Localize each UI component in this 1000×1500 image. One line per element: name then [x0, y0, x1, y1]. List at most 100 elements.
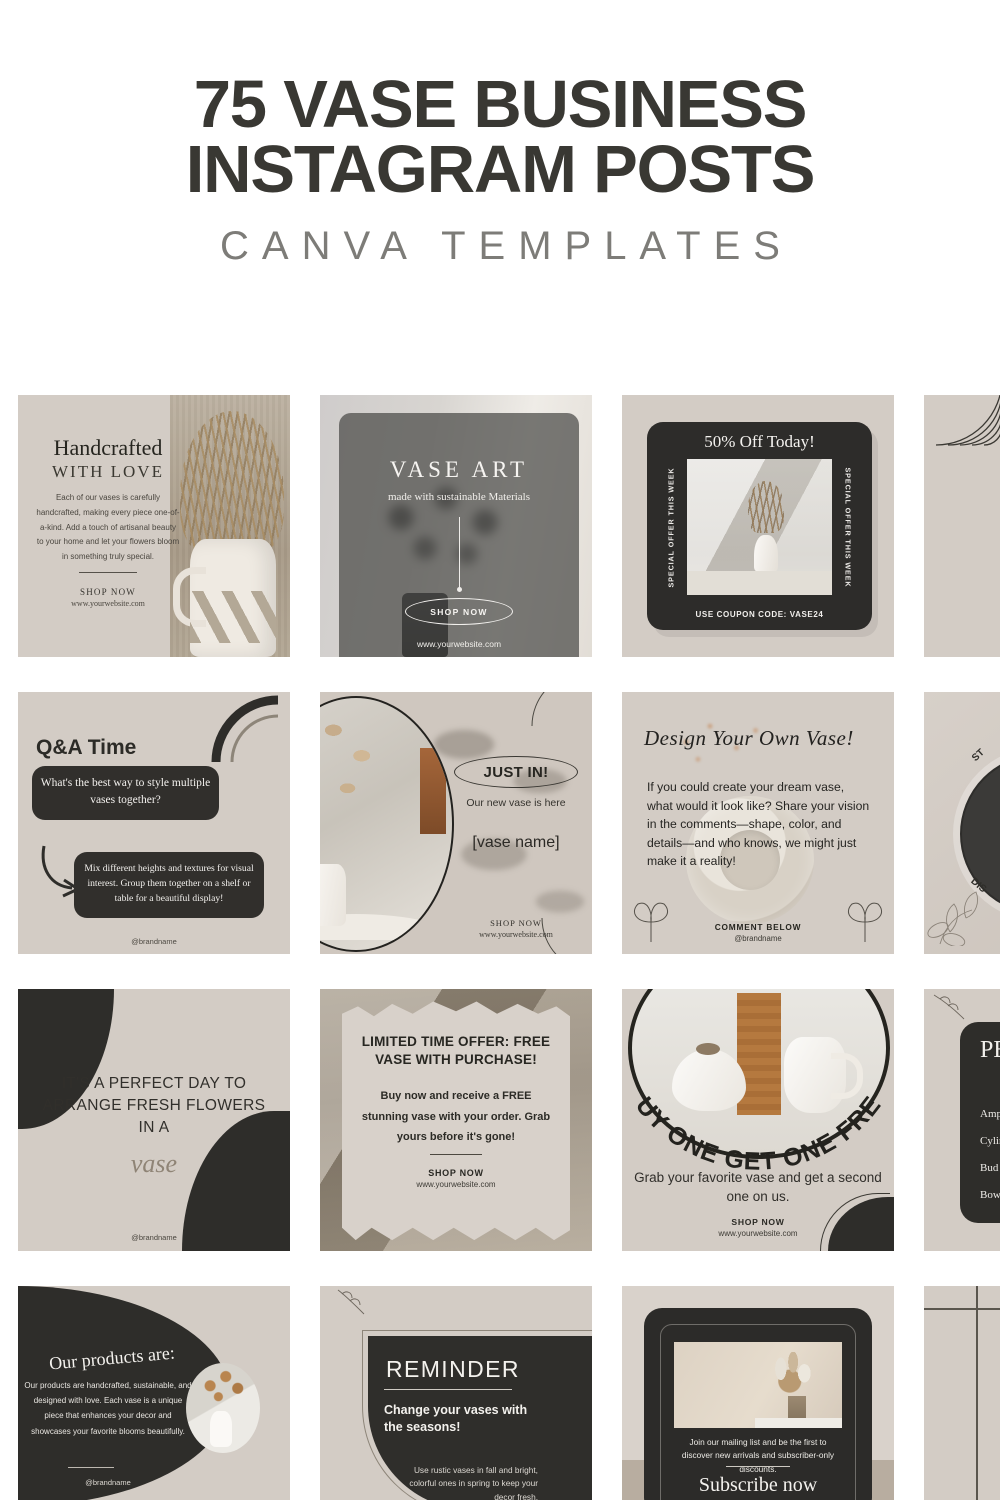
- template-card-just-in[interactable]: JUST IN! Our new vase is here [vase name…: [320, 692, 592, 954]
- card-body: Buy now and receive a FREE stunning vase…: [361, 1090, 551, 1143]
- brand-handle: @brandname: [131, 937, 177, 946]
- vertical-line-accent: [456, 517, 462, 592]
- card-heading: PE: [980, 1037, 1000, 1063]
- white-vase: [753, 535, 778, 574]
- script-word: vase: [130, 1149, 178, 1178]
- cta-label[interactable]: SHOP NOW: [454, 918, 578, 928]
- template-card-perfect-day[interactable]: IT'S A PERFECT DAY TO ARRANGE FRESH FLOW…: [18, 989, 290, 1251]
- card-text: Handcrafted WITH LOVE Each of our vases …: [28, 435, 188, 608]
- cta-label[interactable]: SHOP NOW: [28, 587, 188, 597]
- template-card-circle-badge[interactable]: ST DIS: [924, 692, 1000, 954]
- divider: [384, 1389, 512, 1390]
- card-heading: Q&A Time: [36, 736, 137, 759]
- product-photo: [674, 1342, 842, 1428]
- oval-photo: [186, 1363, 260, 1453]
- card-heading: VASE ART: [389, 457, 529, 482]
- answer-bubble: Mix different heights and textures for v…: [74, 852, 264, 918]
- side-text-left: SPECIAL OFFER THIS WEEK: [666, 466, 676, 588]
- card-body: IT'S A PERFECT DAY TO ARRANGE FRESH FLOW…: [42, 1075, 266, 1136]
- template-grid: Handcrafted WITH LOVE Each of our vases …: [18, 395, 1000, 1500]
- card-note: Use rustic vases in fall and bright, col…: [409, 1465, 538, 1500]
- website-url: www.yourwebsite.com: [416, 639, 502, 649]
- vase-type-list: Ampho Cylind Bud V Bowl V: [980, 1101, 1000, 1209]
- card-subheading: WITH LOVE: [52, 462, 164, 481]
- heading-line-1: A VAS: [938, 473, 1000, 498]
- template-card-design-your-own[interactable]: Design Your Own Vase! If you could creat…: [622, 692, 894, 954]
- cta-label[interactable]: COMMENT BELOW: [622, 922, 894, 932]
- template-card-subscribe[interactable]: Join our mailing list and be the first t…: [622, 1286, 894, 1500]
- template-card-fifty-off[interactable]: 50% Off Today! SPECIAL OFFER THIS WEEK S…: [622, 395, 894, 657]
- horizontal-line: [924, 1308, 1000, 1310]
- side-text-right: SPECIAL OFFER THIS WEEK: [843, 466, 853, 588]
- page-title-line1: 75 VASE BUSINESS: [193, 67, 808, 142]
- list-item: Ampho: [980, 1108, 1000, 1120]
- shop-now-button[interactable]: SHOP NOW: [405, 598, 513, 625]
- card-body: Grab your favorite vase and get a second…: [634, 1170, 882, 1204]
- divider: [68, 1467, 114, 1468]
- website-url: www.yourwebsite.com: [718, 1229, 798, 1238]
- template-card-reminder[interactable]: REMINDER Change your vases with the seas…: [320, 1286, 592, 1500]
- question-bubble: What's the best way to style multiple va…: [32, 766, 219, 821]
- sprig-icon: [933, 994, 965, 1020]
- dried-eucalyptus: [320, 714, 390, 830]
- template-card-qa-time[interactable]: Q&A Time What's the best way to style mu…: [18, 692, 290, 954]
- cta-label[interactable]: SHOP NOW: [622, 1217, 894, 1227]
- divider: [726, 1466, 790, 1467]
- striped-jug: [173, 539, 276, 657]
- brand-handle: @brandname: [131, 1233, 177, 1242]
- dried-flowers: [200, 1369, 246, 1411]
- header: 75 VASE BUSINESS INSTAGRAM POSTS CANVA T…: [0, 0, 1000, 269]
- heading-line-3: FI: [938, 524, 1000, 549]
- photo-dried-grass: [170, 395, 290, 657]
- coupon-code: USE COUPON CODE: VASE24: [695, 610, 824, 619]
- vase-name-placeholder: [vase name]: [472, 834, 560, 851]
- arc-decoration-icon: [211, 695, 279, 762]
- template-card-handcrafted[interactable]: Handcrafted WITH LOVE Each of our vases …: [18, 395, 290, 657]
- door-frame: [420, 748, 446, 834]
- photo-vase-shadow: [687, 459, 832, 595]
- template-card-vase-art[interactable]: VASE ART made with sustainable Materials…: [320, 395, 592, 657]
- template-card-our-products[interactable]: Our products are: Our products are handc…: [18, 1286, 290, 1500]
- template-card-limited-time-offer[interactable]: LIMITED TIME OFFER: FREE VASE WITH PURCH…: [320, 989, 592, 1251]
- dried-grass: [180, 411, 284, 551]
- cta-label[interactable]: Subscribe now: [644, 1474, 872, 1497]
- list-item: Bud V: [980, 1161, 1000, 1174]
- brand-handle: @brandname: [734, 934, 782, 943]
- table-surface: [687, 570, 832, 595]
- arc-text-value: BUY ONE GET ONE FREE: [622, 1083, 886, 1171]
- dried-stems: [747, 480, 784, 533]
- card-heading: Handcrafted: [53, 435, 163, 460]
- website-url: www.yourwebsite.com: [416, 1180, 496, 1190]
- template-card-vase-types[interactable]: PE Ampho Cylind Bud V Bowl V: [924, 989, 1000, 1251]
- overlay-panel: VASE ART made with sustainable Materials…: [339, 413, 579, 657]
- card-body: Join our mailing list and be the first t…: [681, 1437, 835, 1474]
- list-item: Cylind: [980, 1134, 1000, 1147]
- page-title-line2: INSTAGRAM POSTS: [185, 131, 816, 207]
- card-heading: LIMITED TIME OFFER: FREE VASE WITH PURCH…: [361, 1034, 551, 1068]
- sprig-icon: [337, 1289, 365, 1315]
- arc-text-bogo: BUY ONE GET ONE FREE: [622, 1083, 887, 1171]
- dark-coupon-panel: 50% Off Today! SPECIAL OFFER THIS WEEK S…: [647, 422, 872, 630]
- brand-handle: @brandname: [85, 1478, 131, 1487]
- card-bg: [924, 1286, 1000, 1500]
- divider: [430, 1154, 482, 1156]
- card-body: Each of our vases is carefully handcraft…: [36, 493, 180, 562]
- vertical-line: [976, 1286, 978, 1500]
- template-card-bogo[interactable]: BUY ONE GET ONE FREE Grab your favorite …: [622, 989, 894, 1251]
- template-card-lines[interactable]: [924, 1286, 1000, 1500]
- cta-label[interactable]: SHOP NOW: [358, 1168, 554, 1178]
- card-subheading: made with sustainable Materials: [387, 491, 531, 503]
- svg-text:BUY ONE GET ONE FREE: BUY ONE GET ONE FREE: [622, 1083, 887, 1171]
- card-heading: 50% Off Today!: [704, 432, 815, 451]
- website-url: www.yourwebsite.com: [71, 598, 145, 608]
- white-vase: [320, 864, 346, 926]
- card-body: Our products are handcrafted, sustainabl…: [24, 1381, 192, 1436]
- template-card-a-vase-flowers[interactable]: A VAS FLOW FI: [924, 395, 1000, 657]
- card-subheading: Change your vases with the seasons!: [384, 1403, 528, 1434]
- divider: [79, 571, 137, 573]
- heading-line-2: FLOW: [938, 498, 1000, 523]
- card-heading: A VAS FLOW FI: [938, 473, 1000, 549]
- torn-paper-panel: LIMITED TIME OFFER: FREE VASE WITH PURCH…: [342, 1001, 570, 1241]
- shelf: [754, 1418, 842, 1428]
- poster-page: 75 VASE BUSINESS INSTAGRAM POSTS CANVA T…: [0, 0, 1000, 1500]
